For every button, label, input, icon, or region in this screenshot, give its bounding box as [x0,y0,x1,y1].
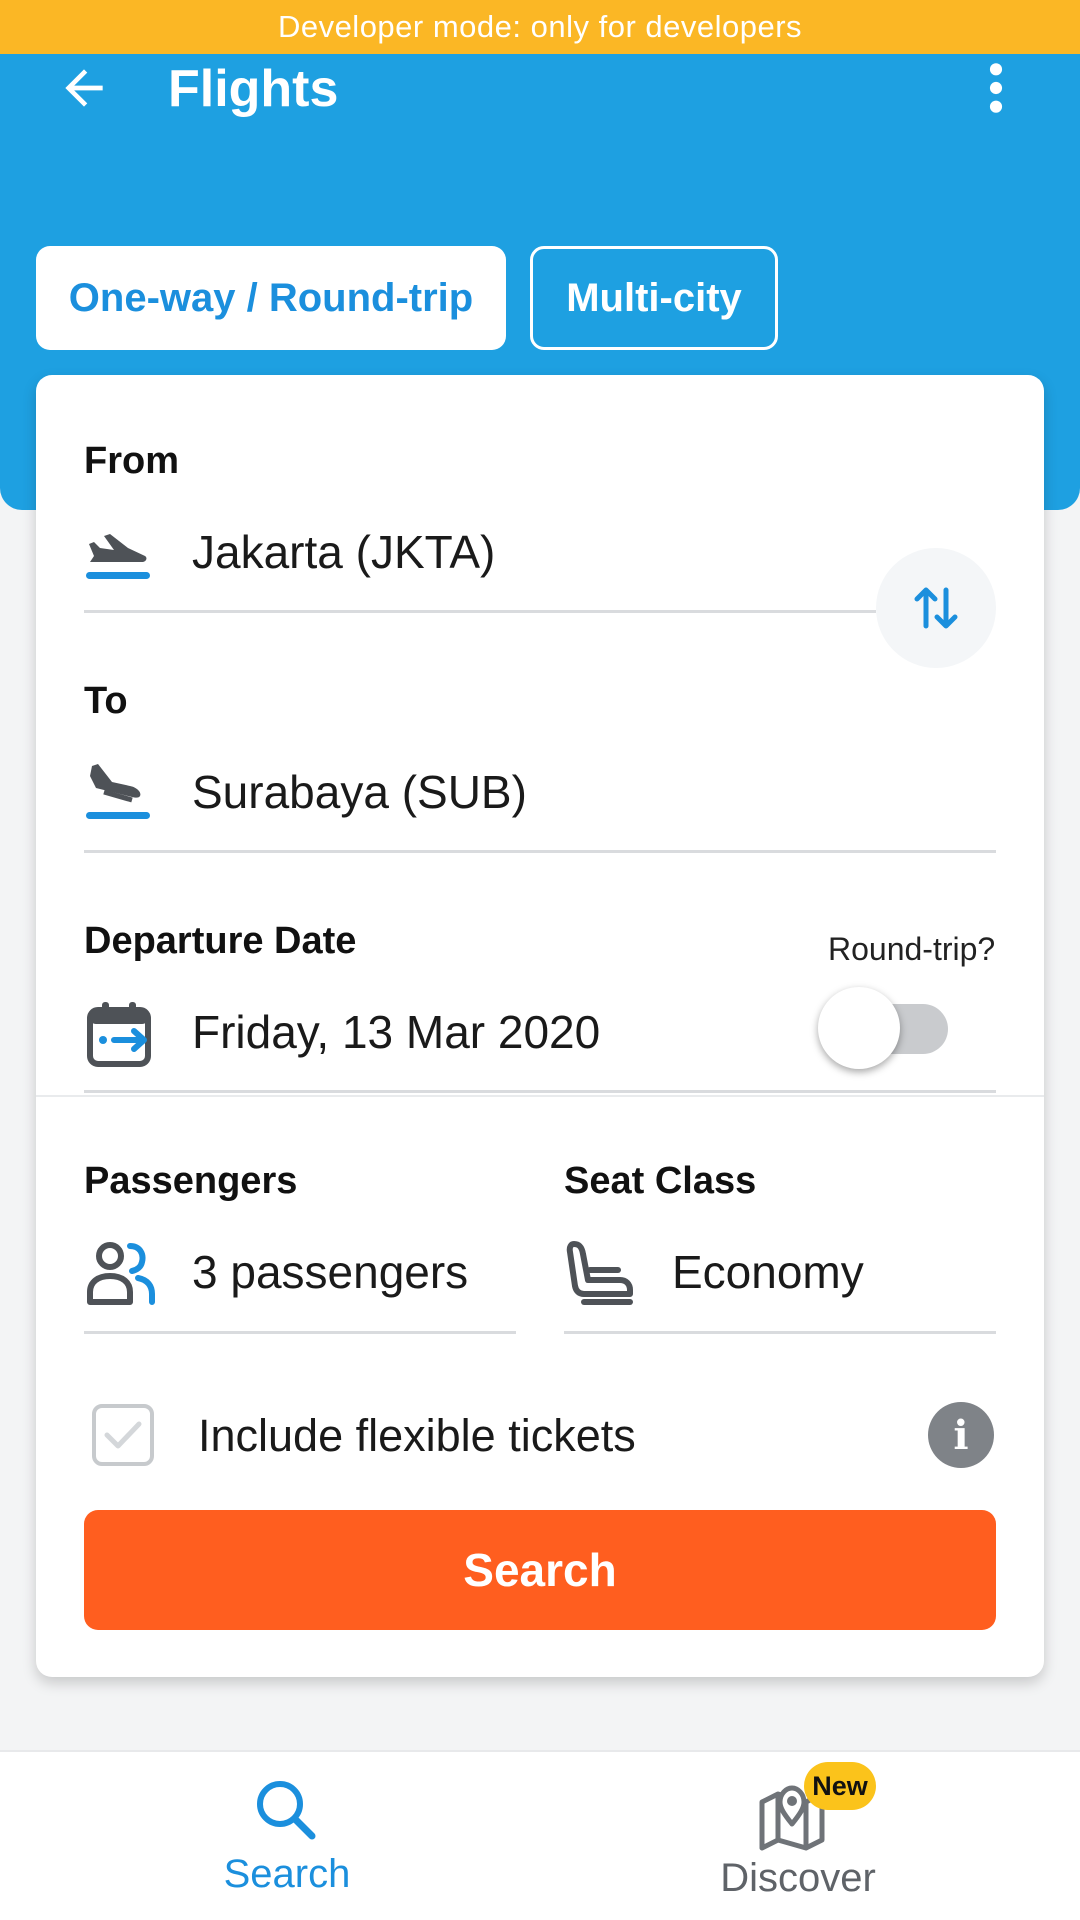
swap-cities-button[interactable] [876,548,996,668]
search-button[interactable]: Search [84,1510,996,1630]
flexible-tickets-label[interactable]: Include flexible tickets [198,1410,636,1462]
seat-class-underline [564,1331,996,1334]
to-value[interactable]: Surabaya (SUB) [192,765,527,819]
tab-multi-city[interactable]: Multi-city [530,246,778,350]
departure-date-label: Departure Date [84,920,357,962]
departure-underline [84,1090,996,1093]
people-icon [86,1240,156,1311]
arrow-left-icon [65,69,103,107]
plane-landing-icon [84,756,152,833]
tab-one-way-label: One-way / Round-trip [68,275,474,320]
round-trip-label: Round-trip? [828,931,996,967]
from-underline [84,610,876,613]
bottom-navigation: Search Discover [0,1750,1080,1920]
back-button[interactable] [48,52,120,124]
card-divider [36,1095,1044,1097]
swap-vertical-icon [914,587,958,629]
search-button-label: Search [463,1544,617,1596]
from-value[interactable]: Jakarta (JKTA) [192,525,495,579]
tab-one-way-round-trip[interactable]: One-way / Round-trip [36,246,506,350]
flexible-tickets-checkbox[interactable] [92,1404,154,1466]
seat-class-value[interactable]: Economy [672,1245,864,1299]
info-icon: i [953,1411,969,1459]
developer-mode-text: Developer mode: only for developers [277,9,803,44]
plane-takeoff-icon [84,518,152,593]
info-button[interactable]: i [928,1402,994,1468]
departure-date-value[interactable]: Friday, 13 Mar 2020 [192,1005,600,1059]
nav-search-label: Search [223,1852,351,1896]
seat-class-label: Seat Class [564,1160,757,1202]
search-icon [257,1781,316,1840]
round-trip-toggle-knob[interactable] [818,987,900,1069]
to-underline [84,850,996,853]
passengers-underline [84,1331,516,1334]
seat-icon [566,1240,634,1311]
nav-discover-label: Discover [720,1856,876,1900]
passengers-label: Passengers [84,1160,298,1202]
more-vertical-icon [989,63,1003,113]
to-label: To [84,680,128,722]
calendar-icon [86,1000,154,1073]
page-title: Flights [168,60,339,118]
new-badge: New [804,1762,876,1810]
nav-item-search[interactable]: Search [0,1752,540,1920]
developer-mode-banner: Developer mode: only for developers [0,0,1080,54]
check-icon [104,1421,142,1449]
passengers-value[interactable]: 3 passengers [192,1245,468,1299]
from-label: From [84,440,179,482]
tab-multi-city-label: Multi-city [566,275,742,320]
more-options-button[interactable] [968,52,1024,124]
